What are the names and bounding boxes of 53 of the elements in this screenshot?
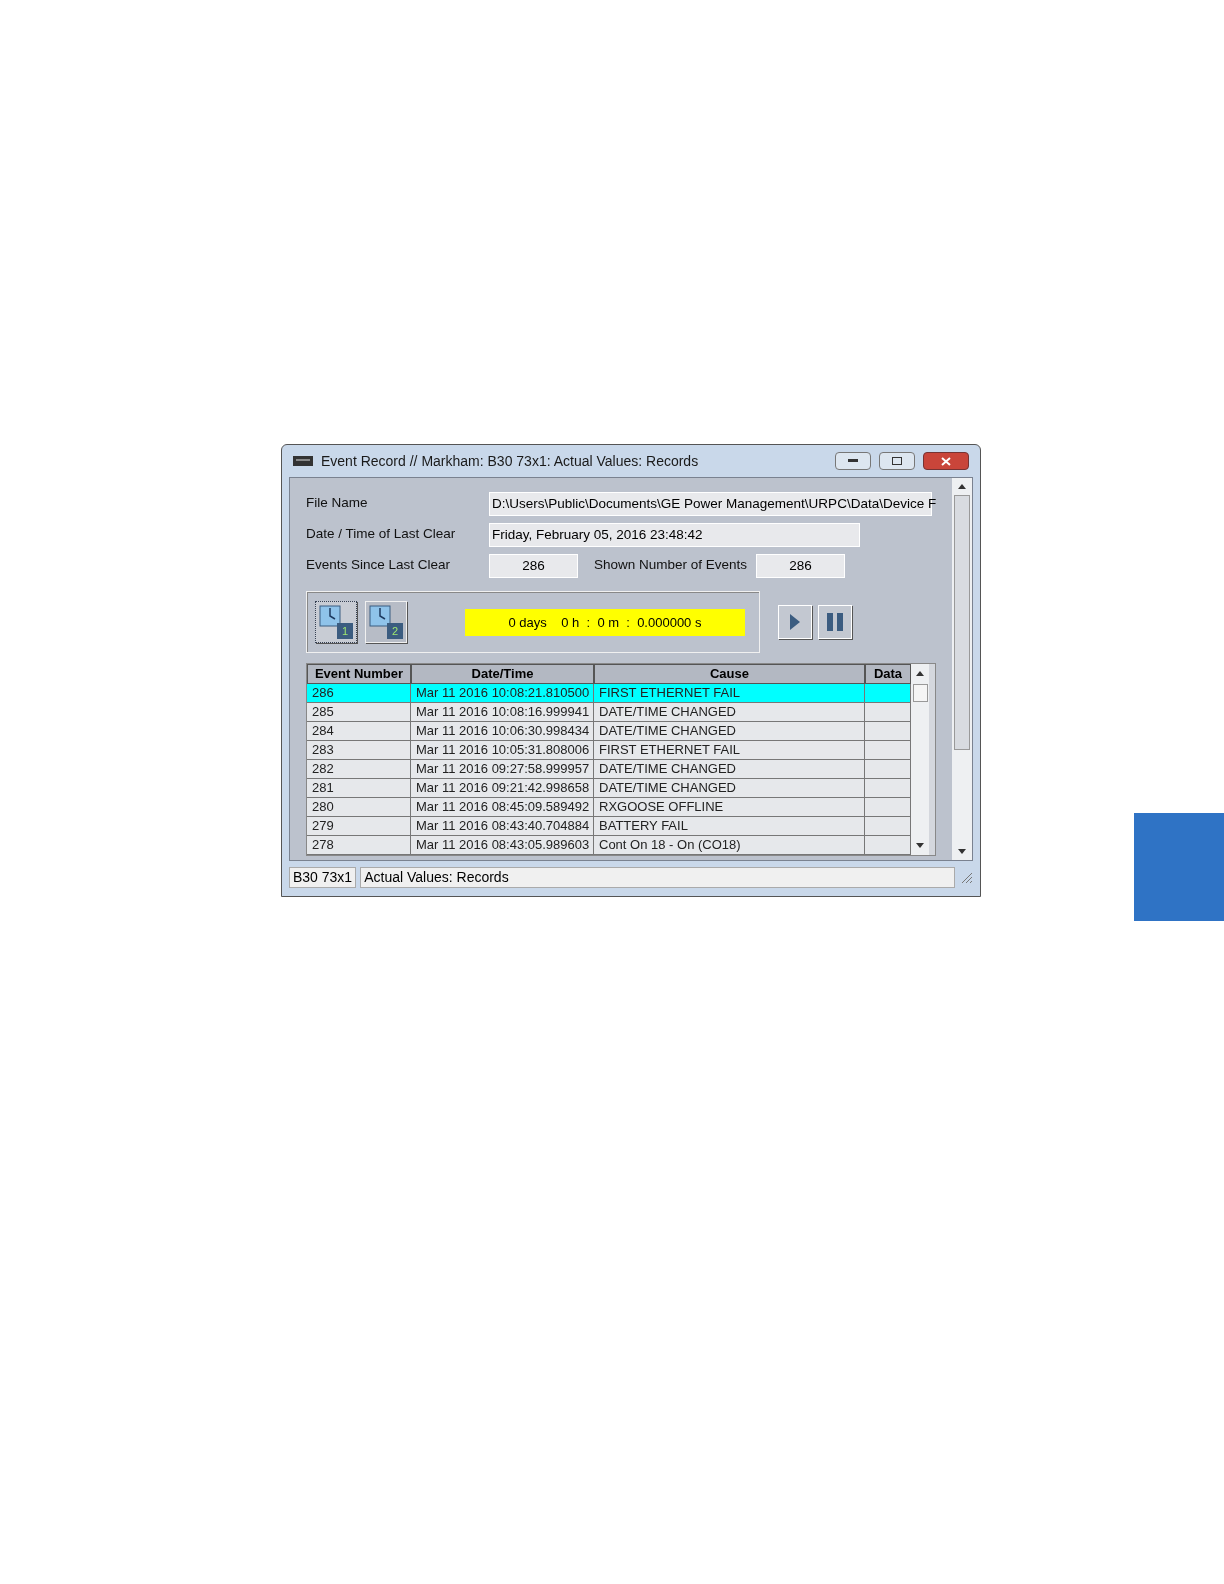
count-field[interactable]: 286: [489, 553, 578, 578]
table-scrollbar[interactable]: [911, 664, 929, 855]
table-cell: 278: [307, 836, 411, 855]
play-icon: [790, 614, 800, 630]
window-scrollbar[interactable]: [952, 478, 972, 860]
scroll-down-icon: [958, 849, 966, 854]
play-button[interactable]: [778, 605, 812, 639]
column-header[interactable]: Data: [865, 664, 911, 684]
table-row[interactable]: 284 Mar 11 2016 10:06:30.998434 DATE/TIME CHANGED: [307, 722, 911, 741]
maximize-button[interactable]: [879, 452, 915, 470]
table-row[interactable]: 280 Mar 11 2016 08:45:09.589492 RXGOOSE OFFLINE: [307, 798, 911, 817]
pause-icon: [827, 613, 843, 631]
window-title: Event Record // Markham: B30 73x1: Actual Values: Records: [321, 451, 700, 471]
close-icon: [941, 456, 951, 466]
count-field[interactable]: 286: [756, 553, 845, 578]
trigger-button[interactable]: 1: [315, 601, 357, 643]
table-row[interactable]: 282 Mar 11 2016 09:27:58.999957 DATE/TIME CHANGED: [307, 760, 911, 779]
table-row[interactable]: 279 Mar 11 2016 08:43:40.704884 BATTERY FAIL: [307, 817, 911, 836]
table-row[interactable]: 285 Mar 11 2016 10:08:16.999941 DATE/TIME CHANGED: [307, 703, 911, 722]
scroll-down-icon: [916, 843, 924, 848]
table-row[interactable]: 286 Mar 11 2016 10:08:21.810500 FIRST ETHERNET FAIL: [307, 684, 911, 703]
table-cell: Cont On 18 - On (CO18): [594, 836, 865, 855]
table-cell: Mar 11 2016 08:43:05.989603: [411, 836, 594, 855]
field-label: Shown Number of Events: [593, 556, 749, 575]
status-bar-pane: Actual Values: Records: [360, 866, 955, 888]
resize-grip-icon: [959, 870, 973, 884]
scroll-up-icon: [958, 484, 966, 489]
clock-icon: [369, 605, 391, 627]
scroll-thumb[interactable]: [912, 684, 928, 702]
scroll-up-icon: [916, 671, 924, 676]
close-button[interactable]: [923, 452, 969, 470]
trigger-number: 1: [337, 623, 353, 639]
trigger-number: 2: [387, 623, 403, 639]
table-row[interactable]: 281 Mar 11 2016 09:21:42.998658 DATE/TIME CHANGED: [307, 779, 911, 798]
column-header[interactable]: Date/Time: [411, 664, 594, 684]
scroll-thumb[interactable]: [954, 495, 970, 750]
table-row[interactable]: 283 Mar 11 2016 10:05:31.808006 FIRST ETHERNET FAIL: [307, 741, 911, 760]
maximize-icon: [892, 457, 902, 465]
trigger-button[interactable]: 2: [365, 601, 407, 643]
minimize-button[interactable]: [835, 452, 871, 470]
field-label: File Name: [306, 494, 369, 513]
column-header[interactable]: Cause: [594, 664, 865, 684]
column-header[interactable]: Event Number: [307, 664, 411, 684]
pause-button[interactable]: [818, 605, 852, 639]
field-label: Events Since Last Clear: [306, 556, 452, 575]
clock-icon: [319, 605, 341, 627]
text-field[interactable]: Friday, February 05, 2016 23:48:42: [489, 522, 860, 547]
window-icon: [293, 455, 313, 467]
status-bar-pane: B30 73x1: [289, 866, 357, 888]
elapsed-timer: 0 days 0 h : 0 m : 0.000000 s: [465, 608, 745, 636]
field-label: Date / Time of Last Clear: [306, 525, 457, 544]
minimize-icon: [848, 459, 858, 463]
table-row[interactable]: 278 Mar 11 2016 08:43:05.989603 Cont On 18 - On (CO18): [307, 836, 911, 855]
